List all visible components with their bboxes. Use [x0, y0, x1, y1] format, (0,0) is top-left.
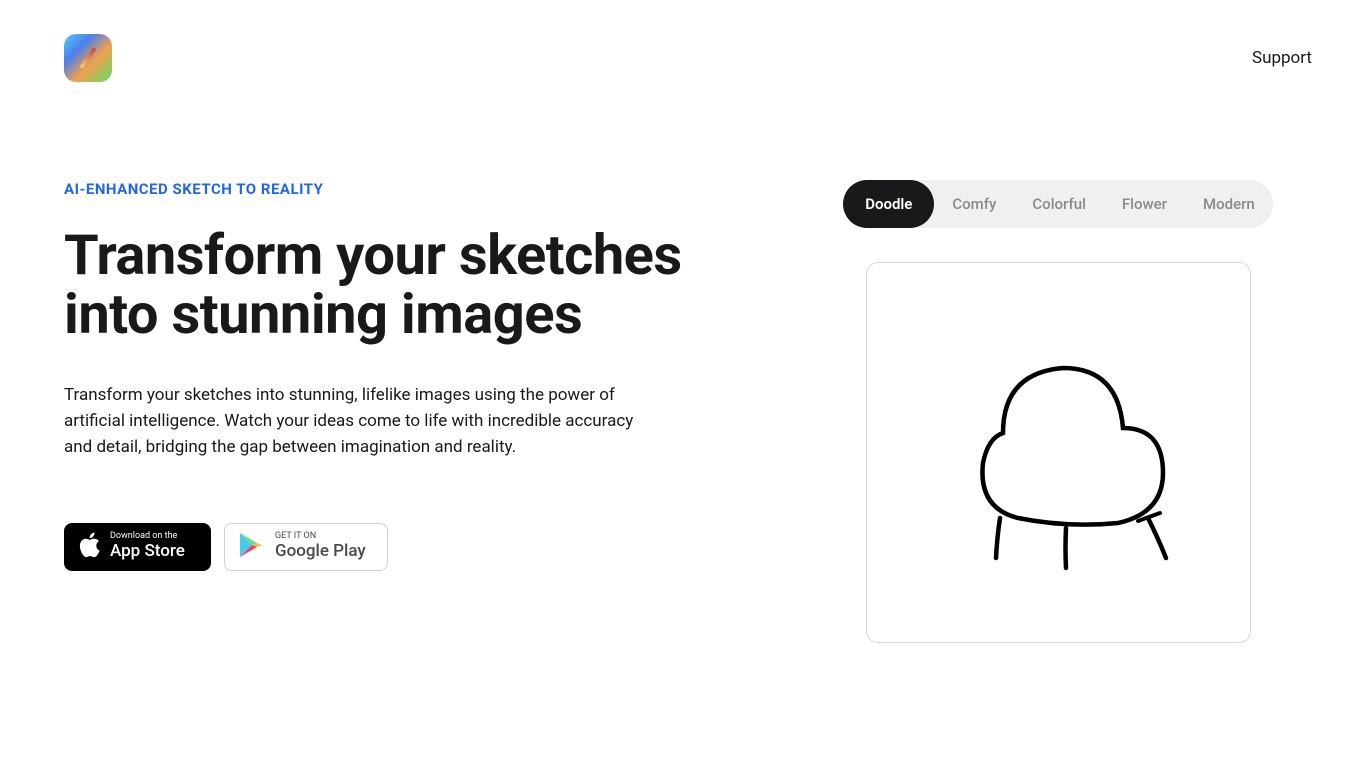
hero-description: Transform your sketches into stunning, l… — [64, 382, 654, 461]
tab-comfy[interactable]: Comfy — [934, 180, 1014, 228]
app-store-large-text: App Store — [110, 542, 185, 561]
support-link[interactable]: Support — [1252, 48, 1312, 68]
tab-modern[interactable]: Modern — [1185, 180, 1273, 228]
demo-section: Doodle Comfy Colorful Flower Modern — [804, 180, 1312, 643]
tab-colorful[interactable]: Colorful — [1014, 180, 1104, 228]
sketch-canvas[interactable] — [866, 262, 1251, 643]
style-tabs: Doodle Comfy Colorful Flower Modern — [843, 180, 1273, 228]
app-logo-icon[interactable] — [64, 34, 112, 82]
hero-section: AI-ENHANCED SKETCH TO REALITY Transform … — [64, 180, 764, 643]
header: Support — [0, 0, 1360, 82]
tab-doodle[interactable]: Doodle — [843, 180, 934, 228]
google-play-button[interactable]: GET IT ON Google Play — [224, 523, 388, 571]
tab-flower[interactable]: Flower — [1104, 180, 1185, 228]
apple-icon — [78, 532, 100, 562]
store-buttons: Download on the App Store GET IT ON Goo — [64, 523, 764, 571]
google-play-large-text: Google Play — [275, 542, 366, 561]
hero-headline: Transform your sketches into stunning im… — [64, 226, 764, 344]
sketch-drawing-icon — [918, 313, 1198, 593]
app-store-button[interactable]: Download on the App Store — [64, 523, 211, 571]
hero-eyebrow: AI-ENHANCED SKETCH TO REALITY — [64, 180, 764, 198]
google-play-icon — [239, 531, 265, 563]
main-container: AI-ENHANCED SKETCH TO REALITY Transform … — [0, 82, 1360, 643]
